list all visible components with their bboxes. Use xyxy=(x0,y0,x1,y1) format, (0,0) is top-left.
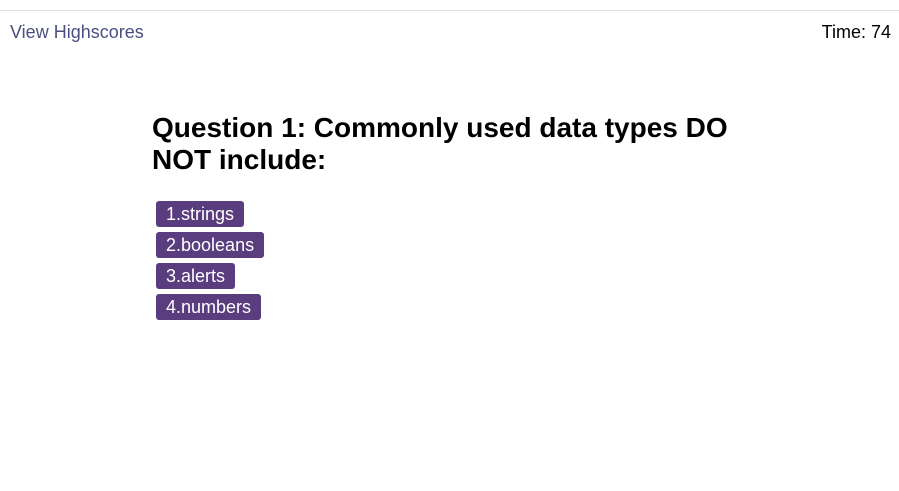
header-bar: View Highscores Time: 74 xyxy=(0,20,899,44)
choice-button-4[interactable]: 4.numbers xyxy=(156,294,262,320)
timer-value: 74 xyxy=(870,22,891,42)
choice-item: 1.strings xyxy=(156,201,762,227)
question-panel: Question 1: Commonly used data types DO … xyxy=(152,112,762,325)
question-title: Question 1: Commonly used data types DO … xyxy=(152,112,728,175)
choice-button-3[interactable]: 3.alerts xyxy=(156,263,236,289)
timer: Time: 74 xyxy=(822,20,891,44)
choice-button-1[interactable]: 1.strings xyxy=(156,201,245,227)
choice-item: 3.alerts xyxy=(156,263,762,289)
choice-item: 2.booleans xyxy=(156,232,762,258)
timer-label: Time: xyxy=(821,22,866,42)
view-highscores-link[interactable]: View Highscores xyxy=(10,20,144,44)
choice-item: 4.numbers xyxy=(156,294,762,320)
choice-button-2[interactable]: 2.booleans xyxy=(156,232,265,258)
choices-list: 1.strings 2.booleans 3.alerts 4.numbers xyxy=(156,201,762,320)
top-divider xyxy=(0,10,899,11)
